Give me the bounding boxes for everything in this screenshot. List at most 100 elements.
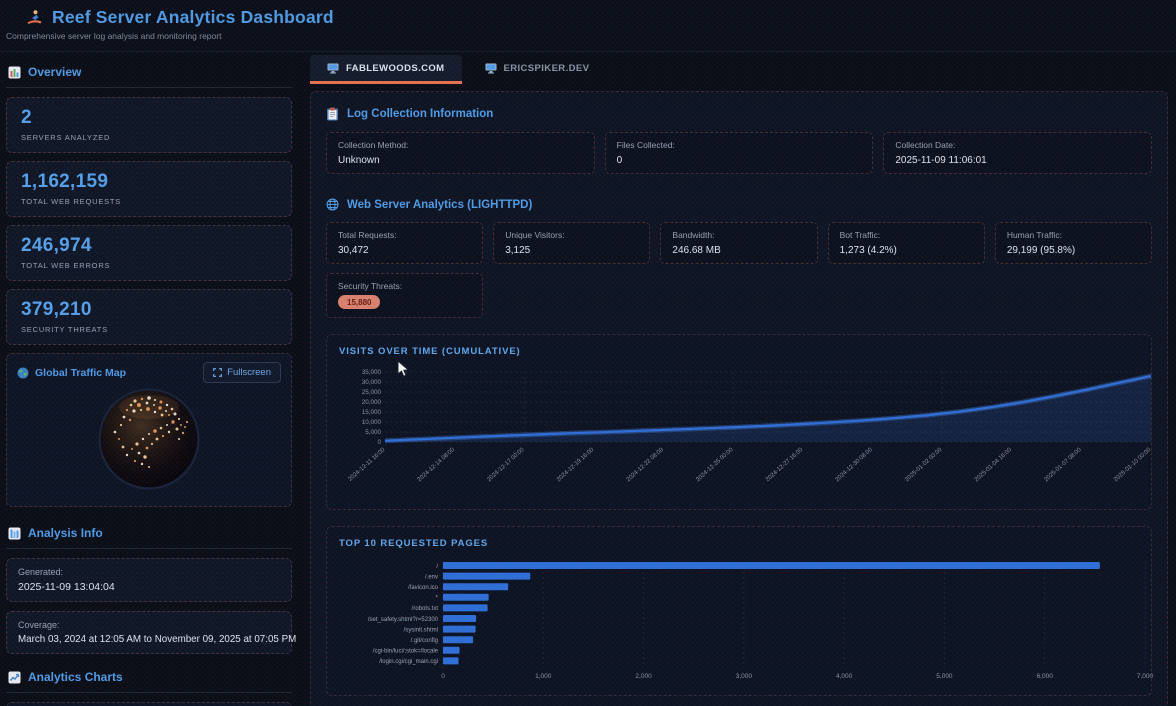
card-value: Unknown [338,155,583,166]
page-subtitle: Comprehensive server log analysis and mo… [6,31,1176,41]
security-threats-row: Security Threats: 15,880 [326,273,1152,318]
svg-text:15,000: 15,000 [362,409,382,416]
svg-text:30,000: 30,000 [362,379,382,386]
bar-chart-icon [8,527,21,540]
card-label: Unique Visitors: [505,230,638,240]
chart-up-icon [8,671,21,684]
visits-over-time-panel: VISITS OVER TIME (CUMULATIVE) 35,00030,0… [326,334,1152,510]
svg-text:10,000: 10,000 [362,419,382,426]
svg-text:2024-12-14 08:00: 2024-12-14 08:00 [417,446,457,483]
svg-text:20,000: 20,000 [362,399,382,406]
top-pages-chart: 01,0002,0003,0004,0005,0006,0007,000//.e… [339,556,1139,689]
tab-label: ERICSPIKER.DEV [504,63,590,74]
stat-card-security-threats: 379,210 SECURITY THREATS [6,289,292,345]
svg-text:/robots.txt: /robots.txt [412,606,439,612]
svg-text:2024-12-17 00:00: 2024-12-17 00:00 [486,446,526,483]
stat-card-servers-analyzed: 2 SERVERS ANALYZED [6,97,292,153]
page-title: Reef Server Analytics Dashboard [52,7,334,28]
web-analytics-cards: Total Requests: 30,472 Unique Visitors: … [326,222,1152,264]
server-report-panel: Log Collection Information Collection Me… [310,91,1168,706]
globe-icon [17,367,29,379]
svg-text:*: * [436,595,439,601]
card-value: 246.68 MB [672,245,805,256]
card-label: Bandwidth: [672,230,805,240]
svg-text:2025-01-02 00:00: 2025-01-02 00:00 [904,446,944,483]
traffic-globe[interactable] [97,387,201,496]
threat-count-badge: 15,880 [338,295,380,309]
svg-text:/sysinit.shtml: /sysinit.shtml [404,627,438,633]
main-content: FABLEWOODS.COM ERICSPIKER.DEV Log Collec… [296,52,1176,706]
svg-text:25,000: 25,000 [362,389,382,396]
svg-text:2024-12-27 16:00: 2024-12-27 16:00 [765,446,805,483]
traffic-map-title: Global Traffic Map [35,367,126,379]
svg-text:3,000: 3,000 [736,673,753,680]
svg-text:2025-01-07 08:00: 2025-01-07 08:00 [1043,446,1083,483]
svg-text:7,000: 7,000 [1137,673,1154,680]
svg-text:2024-12-22 08:00: 2024-12-22 08:00 [626,446,666,483]
collection-date-card: Collection Date: 2025-11-09 11:06:01 [883,132,1152,174]
svg-text:6,000: 6,000 [1037,673,1054,680]
sidebar-section-title: Analytics Charts [28,670,123,684]
log-collection-cards: Collection Method: Unknown Files Collect… [326,132,1152,174]
card-label: Total Requests: [338,230,471,240]
sidebar-section-analytics-charts-header: Analytics Charts [6,663,292,693]
sidebar-section-overview-header: Overview [6,58,292,88]
svg-text:/.git/config: /.git/config [411,638,438,644]
coverage-label: Coverage: [18,620,280,630]
tab-ericspiker-dev[interactable]: ERICSPIKER.DEV [468,55,607,84]
unique-visitors-card: Unique Visitors: 3,125 [493,222,650,264]
svg-text:2024-12-19 16:00: 2024-12-19 16:00 [556,446,596,483]
files-collected-card: Files Collected: 0 [605,132,874,174]
fullscreen-button[interactable]: Fullscreen [203,362,281,383]
svg-text:4,000: 4,000 [836,673,853,680]
generated-label: Generated: [18,567,280,577]
top-pages-chart-title: TOP 10 REQUESTED PAGES [339,538,1139,549]
coverage-value: March 03, 2024 at 12:05 AM to November 0… [18,634,280,645]
security-threats-card: Security Threats: 15,880 [326,273,483,318]
hourly-requests-panel: HOURLY REQUESTS 15,00010,0005,0000 [6,702,292,706]
card-value: 29,199 (95.8%) [1007,245,1140,256]
svg-text:/.env: /.env [425,574,438,580]
card-label: Security Threats: [338,281,471,291]
visits-over-time-chart: 35,00030,00025,00020,00015,00010,0005,00… [339,364,1139,503]
card-value: 3,125 [505,245,638,256]
stat-card-total-web-requests: 1,162,159 TOTAL WEB REQUESTS [6,161,292,217]
svg-text:2024-12-11 16:00: 2024-12-11 16:00 [347,446,386,482]
log-collection-header: Log Collection Information [326,107,1152,121]
global-traffic-map-panel: Global Traffic Map Fullscreen [6,353,292,507]
tab-fablewoods-com[interactable]: FABLEWOODS.COM [310,55,462,84]
human-traffic-card: Human Traffic: 29,199 (95.8%) [995,222,1152,264]
monitor-icon [327,63,339,74]
svg-text:2,000: 2,000 [635,673,652,680]
server-tabs: FABLEWOODS.COM ERICSPIKER.DEV [300,55,1168,84]
svg-text:2024-12-30 08:00: 2024-12-30 08:00 [835,446,875,483]
card-label: Collection Method: [338,140,583,150]
coverage-card: Coverage: March 03, 2024 at 12:05 AM to … [6,611,292,654]
collection-method-card: Collection Method: Unknown [326,132,595,174]
stat-value: 2 [21,107,277,129]
tab-label: FABLEWOODS.COM [346,63,445,74]
section-title: Web Server Analytics (LIGHTTPD) [347,199,532,211]
svg-text:1,000: 1,000 [535,673,552,680]
svg-text:/favicon.ico: /favicon.ico [408,585,439,591]
generated-card: Generated: 2025-11-09 13:04:04 [6,558,292,602]
bot-traffic-card: Bot Traffic: 1,273 (4.2%) [828,222,985,264]
top-pages-panel: TOP 10 REQUESTED PAGES 01,0002,0003,0004… [326,526,1152,696]
stat-value: 1,162,159 [21,171,277,193]
bandwidth-card: Bandwidth: 246.68 MB [660,222,817,264]
card-value: 0 [617,155,862,166]
fullscreen-label: Fullscreen [227,367,271,378]
card-label: Files Collected: [617,140,862,150]
fullscreen-icon [213,368,222,377]
sidebar-section-title: Analysis Info [28,526,103,540]
card-label: Collection Date: [895,140,1140,150]
web-analytics-header: Web Server Analytics (LIGHTTPD) [326,198,1152,211]
app-root: Reef Server Analytics Dashboard Comprehe… [0,0,1176,706]
stat-label: SERVERS ANALYZED [21,133,277,142]
card-label: Bot Traffic: [840,230,973,240]
svg-text:/cgi-bin/luci/;stok=/locale: /cgi-bin/luci/;stok=/locale [373,648,439,654]
sidebar-section-title: Overview [28,65,81,79]
bar-chart-icon [8,66,21,79]
total-requests-card: Total Requests: 30,472 [326,222,483,264]
svg-text:0: 0 [377,439,381,446]
